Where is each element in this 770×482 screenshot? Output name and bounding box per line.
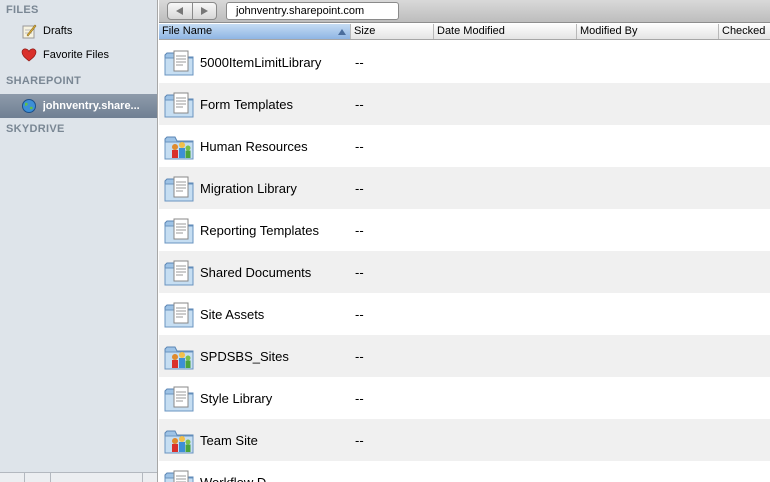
table-row[interactable]: Migration Library -- <box>159 167 770 209</box>
table-row[interactable]: Workflow D... <box>159 461 770 482</box>
sidebar-item-label: johnventry.share... <box>42 100 140 112</box>
file-name: Reporting Templates <box>200 223 319 238</box>
file-name: Form Templates <box>200 97 293 112</box>
file-size: -- <box>355 139 364 154</box>
column-size[interactable]: Size <box>351 24 434 39</box>
back-button[interactable] <box>168 3 193 19</box>
doc-folder-icon <box>163 467 195 482</box>
doc-folder-icon <box>163 89 195 121</box>
file-name: Workflow D... <box>200 475 277 482</box>
doc-folder-icon <box>163 47 195 79</box>
sidebar-item-label: Drafts <box>43 25 73 37</box>
file-size: -- <box>355 223 364 238</box>
files-section-header: FILES <box>6 4 39 16</box>
column-label: Checked <box>722 25 766 37</box>
file-list: 5000ItemLimitLibrary -- Form Templates -- Hu… <box>159 41 770 482</box>
doc-folder-icon <box>163 257 195 289</box>
column-label: File Name <box>162 25 213 37</box>
drafts-icon <box>20 22 38 40</box>
file-name: Migration Library <box>200 181 297 196</box>
file-name: Shared Documents <box>200 265 312 280</box>
file-size: -- <box>355 97 364 112</box>
file-size: -- <box>355 265 364 280</box>
sidebar-item-drafts[interactable]: Drafts <box>0 19 157 43</box>
doc-folder-icon <box>163 299 195 331</box>
table-row[interactable]: Human Resources -- <box>159 125 770 167</box>
sidebar: FILES Drafts Favorite Files SHAREPOINT j… <box>0 0 158 482</box>
path-field[interactable]: johnventry.sharepoint.com <box>226 2 399 20</box>
column-label: Modified By <box>580 25 638 37</box>
globe-icon <box>20 97 38 115</box>
table-row[interactable]: Reporting Templates -- <box>159 209 770 251</box>
nav-buttons <box>167 2 217 20</box>
heart-icon <box>20 46 38 64</box>
column-label: Size <box>354 25 376 37</box>
file-name: 5000ItemLimitLibrary <box>200 55 322 70</box>
column-modified-by[interactable]: Modified By <box>577 24 719 39</box>
table-row[interactable]: Style Library -- <box>159 377 770 419</box>
sidebar-item-label: Favorite Files <box>43 49 110 61</box>
table-row[interactable]: Team Site -- <box>159 419 770 461</box>
file-size: -- <box>355 55 364 70</box>
file-size: -- <box>355 433 364 448</box>
column-label: Date Modified <box>437 25 505 37</box>
file-size: -- <box>355 181 364 196</box>
column-header: File Name Size Date Modified Modified By… <box>159 24 770 40</box>
table-row[interactable]: Site Assets -- <box>159 293 770 335</box>
file-name: Team Site <box>200 433 258 448</box>
file-size: -- <box>355 307 364 322</box>
file-name: SPDSBS_Sites <box>200 349 289 364</box>
toolbar: johnventry.sharepoint.com <box>159 0 770 23</box>
table-row[interactable]: Form Templates -- <box>159 83 770 125</box>
site-folder-icon <box>163 425 195 457</box>
site-folder-icon <box>163 131 195 163</box>
sidebar-item-johnventry-site[interactable]: johnventry.share... <box>0 94 157 118</box>
sidebar-bottom-bar <box>0 472 157 482</box>
column-file-name[interactable]: File Name <box>159 24 351 39</box>
column-date-modified[interactable]: Date Modified <box>434 24 577 39</box>
skydrive-section-header: SKYDRIVE <box>6 123 65 135</box>
table-row[interactable]: 5000ItemLimitLibrary -- <box>159 41 770 83</box>
file-size: -- <box>355 349 364 364</box>
forward-button[interactable] <box>193 3 217 19</box>
sort-ascending-icon <box>338 29 346 35</box>
doc-folder-icon <box>163 215 195 247</box>
forward-arrow-icon <box>200 7 208 15</box>
table-row[interactable]: SPDSBS_Sites -- <box>159 335 770 377</box>
table-row[interactable]: Shared Documents -- <box>159 251 770 293</box>
doc-folder-icon <box>163 173 195 205</box>
file-name: Site Assets <box>200 307 265 322</box>
column-checked[interactable]: Checked <box>719 24 770 39</box>
file-name: Human Resources <box>200 139 308 154</box>
sidebar-item-favorite-files[interactable]: Favorite Files <box>0 43 157 67</box>
doc-folder-icon <box>163 383 195 415</box>
back-arrow-icon <box>176 7 184 15</box>
sharepoint-section-header: SHAREPOINT <box>6 75 82 87</box>
file-size: -- <box>355 391 364 406</box>
site-folder-icon <box>163 341 195 373</box>
file-name: Style Library <box>200 391 273 406</box>
